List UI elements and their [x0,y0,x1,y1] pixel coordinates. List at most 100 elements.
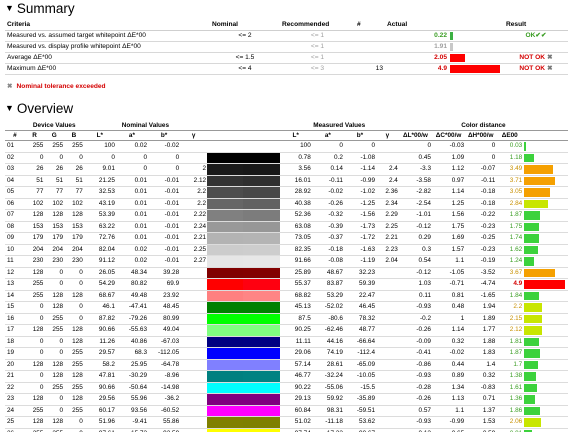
delta-e-bar [524,326,543,335]
measured-color-swatch [243,221,280,232]
overview-row: 15 0 128 0 46.1 -47.41 48.45 45.13 -52.02 46.45 -0… [5,302,568,314]
delta-e-bar-cell [523,371,568,383]
measured-l-cell: 57.14 [294,360,311,368]
actual-cell: 0.22 [434,32,447,40]
delta-e-cell: 3.67 [509,268,523,276]
collapse-triangle-icon[interactable]: ▼ [5,103,14,113]
nominal-l-cell: 90.66 [98,326,115,334]
device-b-cell: 153 [72,222,83,230]
overview-section-title[interactable]: ▼ Overview [5,101,73,116]
measured-color-swatch [243,210,280,221]
measured-gamma-cell: 2.4 [388,165,398,173]
measured-color-swatch [243,348,280,359]
swatch-header [207,121,280,131]
device-r-cell: 255 [32,142,44,150]
device-g-cell: 255 [52,383,64,391]
overview-row: 14 255 128 128 68.67 49.48 23.92 68.82 53.29 22.4… [5,290,568,302]
delta-e-bar-cell [523,256,568,268]
measured-gamma-cell: 2.34 [385,199,398,207]
delta-e-bar [524,234,540,243]
delta-h-cell: -0.07 [480,165,496,173]
nominal-l-cell: 46.1 [102,303,115,311]
measured-l-cell: 3.56 [298,165,311,173]
device-b-cell: 204 [72,245,83,253]
nominal-color-swatch [207,382,244,393]
nominal-a-cell: 68.3 [134,349,148,357]
measured-l-cell: 29.13 [294,395,311,403]
delta-h-cell: -0.23 [480,245,496,253]
measured-swatch-cell [243,336,280,348]
summary-section-title[interactable]: ▼ Summary [5,1,75,16]
nominal-a-cell: 0.01 [134,188,148,196]
delta-c-cell: 0.48 [451,303,465,311]
row-index: 14 [7,291,15,299]
delta-e-cell: 1.62 [509,245,523,253]
measured-color-swatch [243,233,280,244]
nominal-color-swatch [207,348,244,359]
measured-l-cell: 40.38 [294,199,311,207]
device-g-cell: 128 [52,303,64,311]
overview-row: 03 26 26 26 9.01 0 0 2 3.56 0.14 -1.14 2.4 -3.3 1.12 -… [5,164,568,176]
device-b-cell: 128 [72,372,83,380]
device-g-cell: 128 [52,372,64,380]
measured-swatch-cell [243,359,280,371]
measured-swatch-cell [243,267,280,279]
device-g-cell: 0 [59,280,64,288]
nominal-a-cell: 25.95 [131,360,148,368]
measured-a-cell: -0.11 [328,176,343,184]
measured-l-cell: 55.37 [294,280,311,288]
nominal-gamma-cell [180,290,207,302]
nominal-gamma-cell: 2.2 [197,199,207,207]
nominal-color-swatch [207,336,244,347]
nominal-values-header: Nominal Values [83,121,208,131]
delta-h-cell: 0.59 [465,428,496,432]
delta-e-bar [524,337,540,346]
device-g-cell: 128 [52,418,64,426]
delta-h-cell: 1.83 [482,349,496,357]
measured-gamma-cell [376,348,399,360]
delta-c-cell: 1.1 [455,257,465,265]
nominal-b-cell: -0.01 [164,211,180,219]
nominal-swatch-cell [207,417,244,429]
delta-e-bar [524,395,536,404]
measured-swatch-cell [243,164,280,176]
delta-e-cell: 4.9 [513,280,523,288]
nominal-swatch-cell [207,382,244,394]
device-b-cell: 255 [72,406,83,414]
nominal-a-cell: 0 [143,165,148,173]
delta-e-cell: 3.05 [509,188,523,196]
delta-h-cell: -0.22 [480,211,496,219]
measured-a-cell: -0.02 [328,188,343,196]
nominal-b-cell: -0.01 [164,245,180,253]
device-g-cell: 128 [52,360,64,368]
nominal-b-cell: 69.9 [166,280,180,288]
delta-c-cell: 0.32 [451,337,465,345]
row-index: 02 [7,153,15,161]
measured-a-cell: -32.24 [324,372,343,380]
measured-gamma-cell: 2.36 [385,188,398,196]
nominal-l-cell: 97.61 [84,428,116,432]
nominal-color-swatch [207,187,244,198]
device-r-cell: 26 [36,165,44,173]
measured-a-cell: 74.19 [326,349,343,357]
measured-color-swatch [243,198,280,209]
measured-b-cell: -1.72 [360,234,376,242]
nominal-color-swatch [207,233,244,244]
overview-subheader-cell: # [5,130,25,141]
delta-l-cell: -0.93 [416,418,431,426]
delta-c-cell: 1.09 [451,153,465,161]
device-b-cell: 0 [79,418,83,426]
cross-icon: ✖ [547,54,553,62]
delta-e-cell: 0.03 [509,142,523,150]
measured-swatch-cell [243,302,280,314]
overview-subheader-cell [243,130,280,141]
result-cell [504,42,568,53]
nominal-l-cell: 63.22 [98,222,115,230]
measured-a-cell: 28.61 [326,360,343,368]
measured-a-cell: 0.14 [330,165,343,173]
collapse-triangle-icon[interactable]: ▼ [5,3,14,13]
row-index: 08 [7,222,15,230]
overview-row: 07 128 128 128 53.39 0.01 -0.01 2.22 52.36 -0.32 -… [5,210,568,221]
measured-b-cell: 22.47 [359,291,376,299]
nominal-l-cell: 32.53 [98,188,115,196]
